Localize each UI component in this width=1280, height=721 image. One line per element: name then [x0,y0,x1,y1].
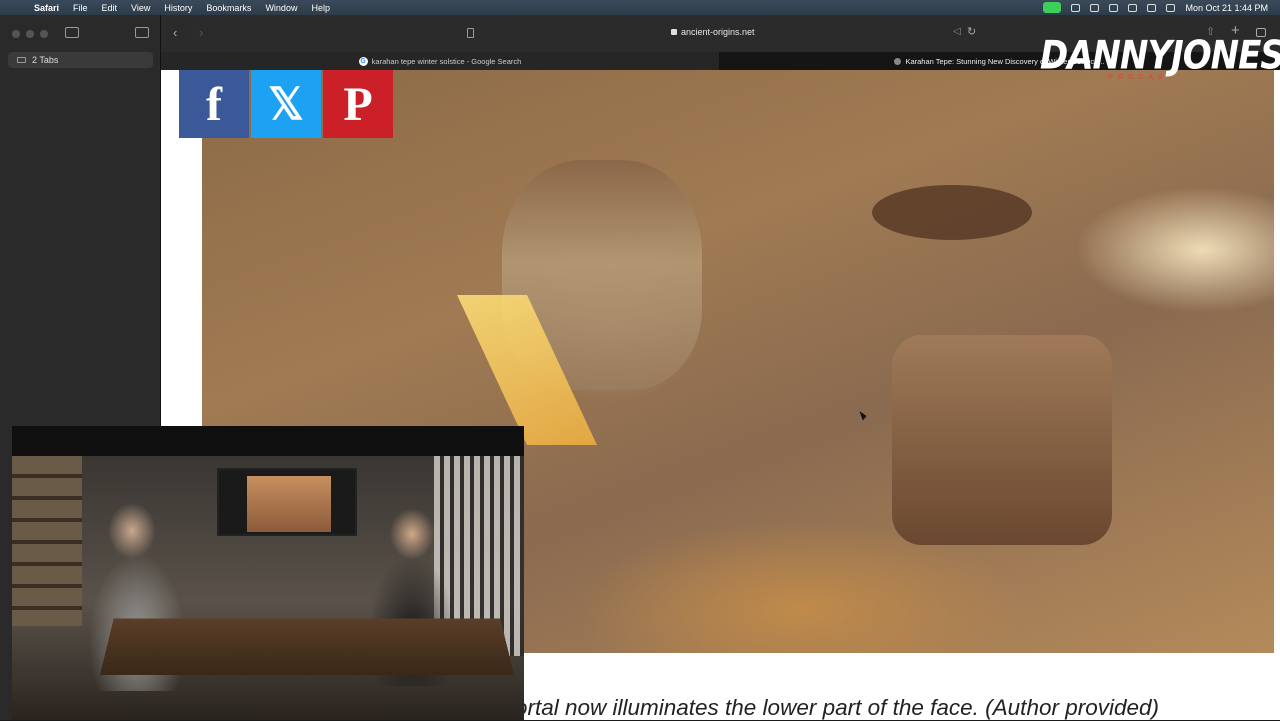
status-icon[interactable] [1071,3,1081,12]
pinterest-share-button[interactable]: P [323,70,393,138]
menu-file[interactable]: File [73,3,88,13]
url-text: ancient-origins.net [681,27,755,37]
search-icon[interactable] [1147,3,1157,12]
logo-name: DANNYJONES [1040,33,1280,79]
tab-google-search[interactable]: G karahan tepe winter solstice - Google … [161,52,719,70]
menu-edit[interactable]: Edit [102,3,118,13]
control-center-icon[interactable] [1166,3,1176,12]
webcam-overlay [12,426,524,720]
forward-button[interactable]: › [199,25,203,40]
mute-icon[interactable]: ◁ [953,26,961,37]
podcast-logo: DANNYJONES PODCAST [1040,33,1280,96]
tab-title: karahan tepe winter solstice - Google Se… [371,56,522,66]
zoom-button[interactable] [40,30,48,38]
photo-hole [872,185,1032,240]
status-icon[interactable] [1090,3,1100,12]
lock-icon [671,29,677,35]
studio-table [99,618,515,676]
address-bar[interactable]: ancient-origins.net [671,27,755,37]
close-button[interactable] [12,30,20,38]
facebook-share-button[interactable]: f [179,70,249,138]
sidebar-item-tabs[interactable]: 2 Tabs [8,52,153,68]
new-tab-group-icon[interactable] [135,27,149,38]
tabs-icon [17,57,26,63]
clock[interactable]: Mon Oct 21 1:44 PM [1185,3,1268,13]
page-menu-icon[interactable] [467,28,474,38]
reload-button[interactable]: ↻ [967,25,976,38]
menu-app-name[interactable]: Safari [34,3,59,13]
x-share-button[interactable]: 𝕏 [251,70,321,138]
status-area: Mon Oct 21 1:44 PM [1043,0,1268,15]
status-icon[interactable] [1109,3,1119,12]
wifi-icon[interactable] [1128,3,1138,12]
menu-history[interactable]: History [164,3,192,13]
screen-recording-icon[interactable] [1043,2,1062,13]
menu-window[interactable]: Window [265,3,297,13]
studio-monitor [217,468,357,536]
sidebar-item-label: 2 Tabs [32,55,59,65]
menu-bookmarks[interactable]: Bookmarks [206,3,251,13]
menu-view[interactable]: View [131,3,150,13]
site-favicon-icon [894,57,902,65]
google-favicon-icon: G [358,56,368,66]
social-share-buttons: f 𝕏 P [179,70,393,138]
menu-help[interactable]: Help [311,3,330,13]
monitor-screen [247,476,331,532]
menu-bar: Safari File Edit View History Bookmarks … [0,0,1280,15]
back-button[interactable]: ‹ [173,25,177,40]
photo-stone-block [892,335,1112,545]
minimize-button[interactable] [26,30,34,38]
window-controls [12,30,48,38]
bookshelf [12,456,82,626]
sidebar-toggle-icon[interactable] [65,27,79,38]
